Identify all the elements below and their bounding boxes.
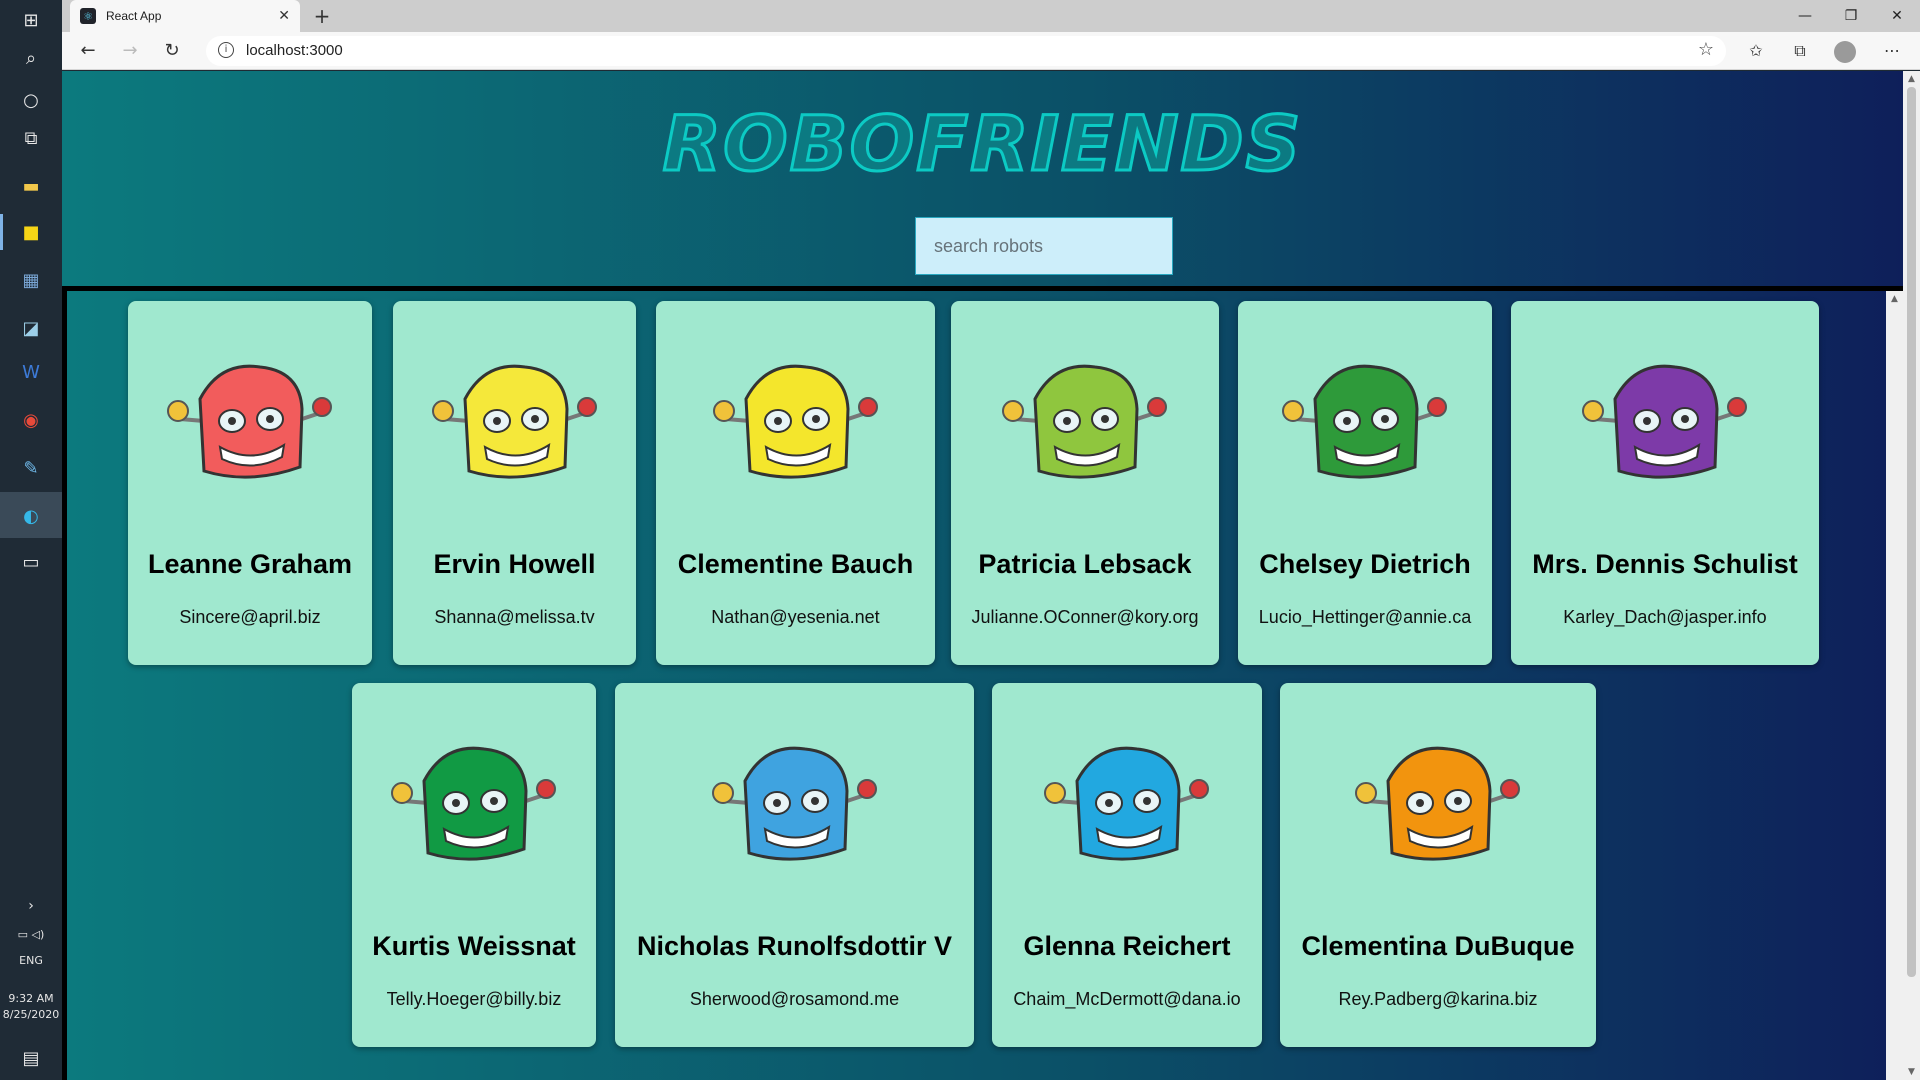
robot-email: Chaim_McDermott@dana.io: [1013, 989, 1241, 1009]
battery-volume-icon[interactable]: ▭ ◁): [15, 918, 47, 950]
calculator-icon[interactable]: ▦: [15, 264, 47, 296]
react-favicon-icon: ⚛: [80, 8, 96, 24]
address-bar[interactable]: i localhost:3000 ☆: [206, 36, 1726, 66]
favorites-icon[interactable]: ✩: [1742, 37, 1770, 65]
robot-green-icon: [391, 746, 556, 861]
tab-title: React App: [106, 9, 162, 23]
paint-icon[interactable]: ✎: [15, 452, 47, 484]
chrome-icon[interactable]: ◉: [15, 404, 47, 436]
back-button[interactable]: ←: [74, 37, 102, 65]
page-title: ROBOFRIENDS: [661, 98, 1303, 190]
browser-toolbar: ← → ↻ i localhost:3000 ☆ ✩ ⧉ ⋯: [62, 32, 1920, 70]
refresh-button[interactable]: ↻: [158, 37, 186, 65]
minimize-button[interactable]: —: [1782, 0, 1828, 32]
robot-card[interactable]: Clementina DuBuque Rey.Padberg@karina.biz: [1280, 683, 1596, 1047]
app-icon[interactable]: ◪: [15, 312, 47, 344]
robot-card[interactable]: Glenna Reichert Chaim_McDermott@dana.io: [992, 683, 1262, 1047]
search-icon[interactable]: ⌕: [15, 42, 47, 74]
forward-button[interactable]: →: [116, 37, 144, 65]
robot-card[interactable]: Leanne Graham Sincere@april.biz: [128, 301, 372, 665]
address-url[interactable]: localhost:3000: [246, 42, 343, 59]
robot-green-icon: [1282, 364, 1447, 479]
robot-name: Patricia Lebsack: [978, 549, 1192, 579]
robot-email: Rey.Padberg@karina.biz: [1338, 989, 1538, 1009]
robot-name: Nicholas Runolfsdottir V: [636, 931, 952, 961]
profile-avatar[interactable]: [1834, 41, 1856, 63]
robot-email: Telly.Hoeger@billy.biz: [386, 989, 562, 1009]
windows-start-icon[interactable]: ⊞: [15, 4, 47, 36]
robot-red-icon: [167, 364, 332, 479]
word-icon[interactable]: W: [15, 356, 47, 388]
task-view-icon[interactable]: ⧉: [15, 122, 47, 154]
scroll-up-arrow-icon[interactable]: ▲: [1903, 71, 1920, 87]
robot-purple-icon: [1582, 364, 1747, 479]
robot-orange-icon: [1355, 746, 1520, 861]
robot-blue-icon: [711, 746, 877, 861]
more-menu-icon[interactable]: ⋯: [1878, 37, 1906, 65]
robot-card[interactable]: Kurtis Weissnat Telly.Hoeger@billy.biz: [352, 683, 596, 1047]
robot-email: Lucio_Hettinger@annie.ca: [1258, 607, 1472, 627]
notifications-icon[interactable]: ▤: [15, 1042, 47, 1074]
active-app-indicator: [0, 214, 3, 250]
robot-card[interactable]: Ervin Howell Shanna@melissa.tv: [393, 301, 636, 665]
clock-time[interactable]: 9:32 AM: [0, 992, 62, 1005]
robot-name: Mrs. Dennis Schulist: [1532, 549, 1798, 579]
scroll-thumb[interactable]: [1907, 87, 1916, 977]
collections-icon[interactable]: ⧉: [1786, 37, 1814, 65]
robot-card[interactable]: Chelsey Dietrich Lucio_Hettinger@annie.ca: [1238, 301, 1492, 665]
restore-button[interactable]: ❐: [1828, 0, 1874, 32]
robot-blue-icon: [1044, 746, 1209, 861]
inner-scrollbar[interactable]: ▲: [1886, 291, 1903, 1080]
close-tab-icon[interactable]: ✕: [278, 8, 290, 24]
tab-react-app[interactable]: ⚛ React App ✕: [70, 0, 300, 32]
clock-date[interactable]: 8/25/2020: [0, 1008, 62, 1021]
robot-yellow-icon: [712, 364, 878, 479]
search-input[interactable]: [915, 217, 1173, 275]
robot-card[interactable]: Mrs. Dennis Schulist Karley_Dach@jasper.i…: [1511, 301, 1819, 665]
page-scrollbar[interactable]: ▲ ▼: [1903, 71, 1920, 1080]
favorite-star-icon[interactable]: ☆: [1698, 39, 1714, 60]
robot-name: Glenna Reichert: [1023, 931, 1231, 961]
page-viewport: ROBOFRIENDS ▲ ▲ ▼ Leanne Graham Sincere@a…: [62, 71, 1920, 1080]
robot-card[interactable]: Nicholas Runolfsdottir V Sherwood@rosamon…: [615, 683, 974, 1047]
robot-email: Nathan@yesenia.net: [711, 607, 880, 627]
edge-icon[interactable]: ◐: [15, 500, 47, 532]
robot-email: Sherwood@rosamond.me: [689, 989, 900, 1009]
tab-strip: ⚛ React App ✕ + — ❐ ✕: [62, 0, 1920, 32]
robot-email: Karley_Dach@jasper.info: [1563, 607, 1767, 627]
robot-name: Chelsey Dietrich: [1259, 549, 1471, 579]
robot-card[interactable]: Patricia Lebsack Julianne.OConner@kory.or…: [951, 301, 1219, 665]
robot-yellow-icon: [431, 364, 597, 479]
robot-email: Shanna@melissa.tv: [434, 607, 595, 627]
language-indicator[interactable]: ENG: [0, 954, 62, 967]
robot-lime-icon: [1002, 364, 1167, 479]
file-explorer-icon[interactable]: ▬: [15, 170, 47, 202]
terminal-icon[interactable]: ▭: [15, 546, 47, 578]
robot-email: Sincere@april.biz: [179, 607, 321, 627]
robot-name: Clementine Bauch: [677, 549, 914, 579]
robot-name: Kurtis Weissnat: [372, 931, 576, 961]
sticky-notes-icon[interactable]: ■: [15, 216, 47, 248]
scroll-down-arrow-icon[interactable]: ▼: [1903, 1064, 1920, 1080]
cortana-icon[interactable]: ○: [15, 84, 47, 116]
robot-name: Ervin Howell: [433, 549, 596, 579]
scroll-up-arrow-icon[interactable]: ▲: [1886, 291, 1903, 307]
close-window-button[interactable]: ✕: [1874, 0, 1920, 32]
robot-card[interactable]: Clementine Bauch Nathan@yesenia.net: [656, 301, 935, 665]
browser-window: ⚛ React App ✕ + — ❐ ✕ ← → ↻ i localhost:…: [62, 0, 1920, 1080]
robot-name: Leanne Graham: [147, 549, 353, 579]
robot-name: Clementina DuBuque: [1301, 931, 1575, 961]
site-info-icon[interactable]: i: [218, 42, 234, 58]
new-tab-button[interactable]: +: [310, 4, 334, 28]
windows-taskbar: ⊞ ⌕ ○ ⧉ ▬ ■ ▦ ◪ W ◉ ✎ ◐ ▭ › ▭ ◁) ENG 9:3…: [0, 0, 62, 1080]
robot-email: Julianne.OConner@kory.org: [971, 607, 1199, 627]
